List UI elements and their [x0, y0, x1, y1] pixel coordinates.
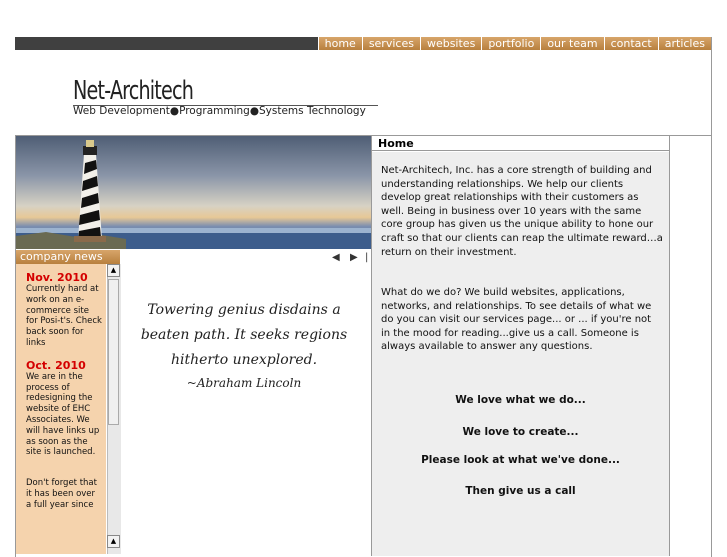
- nav-our-team[interactable]: our team: [540, 37, 604, 50]
- lincoln-quote: Towering genius disdains a beaten path. …: [124, 298, 364, 393]
- main-nav: home services websites portfolio our tea…: [317, 37, 711, 50]
- scroll-up-icon[interactable]: ▲: [107, 264, 120, 277]
- page-title: Home: [372, 136, 669, 151]
- news-scroll-thumb[interactable]: [108, 279, 119, 425]
- news-text: Currently hard at work on an e-commerce …: [26, 284, 102, 348]
- main-content: Home Net-Architech, Inc. has a core stre…: [371, 136, 670, 556]
- news-text: We are in the process of redesigning the…: [26, 371, 100, 458]
- lighthouse-photo: [16, 136, 371, 249]
- services-paragraph: What do we do? We build websites, applic…: [381, 287, 652, 353]
- tagline: We love to create...: [462, 426, 579, 438]
- logo-tagline: Web Development●Programming●Systems Tech…: [73, 105, 366, 117]
- slideshow-prev-icon[interactable]: ◀: [332, 252, 340, 263]
- news-date: Oct. 2010: [26, 358, 86, 372]
- slideshow-next-icon[interactable]: ▶: [350, 252, 358, 263]
- tagline: Then give us a call: [465, 485, 576, 497]
- tagline: Please look at what we've done...: [421, 454, 620, 466]
- lighthouse-scene: [16, 140, 371, 249]
- quote-line: Towering genius disdains a: [147, 302, 341, 318]
- nav-portfolio[interactable]: portfolio: [481, 37, 541, 50]
- quote-line: hitherto unexplored.: [170, 352, 318, 368]
- company-news-panel[interactable]: Nov. 2010 Currently hard at work on an e…: [16, 264, 106, 554]
- scroll-down-icon[interactable]: ▲: [107, 535, 120, 548]
- quote-author: ~Abraham Lincoln: [186, 376, 302, 390]
- slideshow-separator: |: [365, 252, 369, 263]
- news-text: Don't forget that it has been over a ful…: [26, 478, 97, 510]
- quote-line: beaten path. It seeks regions: [140, 327, 348, 343]
- nav-home[interactable]: home: [317, 37, 362, 50]
- logo-title[interactable]: Net-Architech: [73, 76, 194, 106]
- news-date: Nov. 2010: [26, 271, 88, 284]
- news-item: Oct. 2010 We are in the process of redes…: [16, 359, 106, 458]
- site-header: Net-Architech Web Development●Programmin…: [15, 50, 711, 136]
- nav-services[interactable]: services: [361, 37, 420, 50]
- tagline: We love what we do...: [455, 394, 586, 406]
- main-body: Net-Architech, Inc. has a core strength …: [372, 152, 669, 556]
- news-item: Don't forget that it has been over a ful…: [16, 478, 106, 510]
- nav-websites[interactable]: websites: [419, 37, 482, 50]
- company-news-heading: company news: [16, 250, 120, 264]
- top-navigation-bar: home services websites portfolio our tea…: [15, 37, 711, 50]
- news-item: Nov. 2010 Currently hard at work on an e…: [16, 271, 106, 349]
- intro-paragraph: Net-Architech, Inc. has a core strength …: [381, 165, 663, 258]
- nav-articles[interactable]: articles: [657, 37, 711, 50]
- nav-contact[interactable]: contact: [603, 37, 658, 50]
